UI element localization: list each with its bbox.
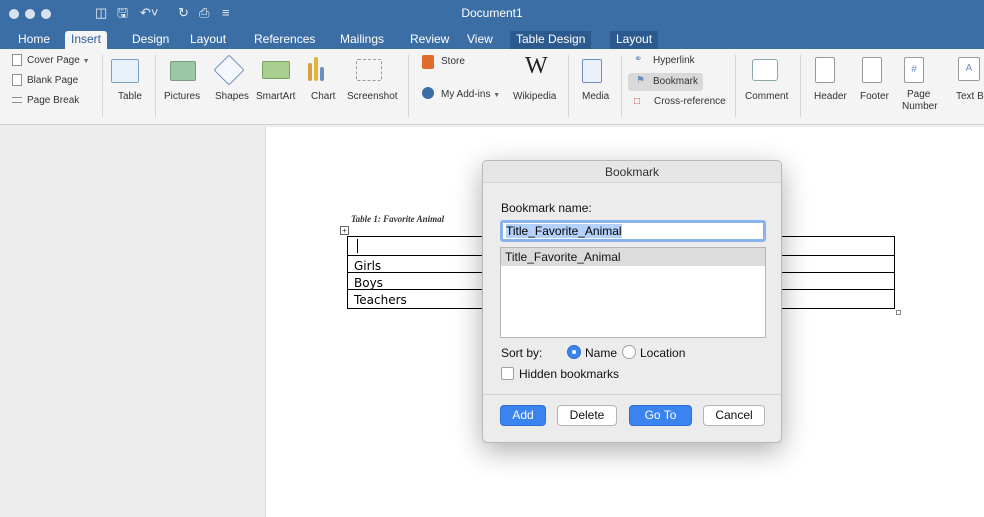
screenshot-icon[interactable] — [356, 59, 382, 81]
ribbon-separator — [102, 55, 103, 117]
bookmark-list[interactable]: Title_Favorite_Animal — [500, 247, 766, 338]
bookmark-name-input[interactable]: Title_Favorite_Animal — [500, 220, 766, 242]
page-break-icon — [12, 97, 22, 104]
media-icon[interactable] — [582, 59, 602, 83]
store-button-label[interactable]: Store — [441, 56, 465, 67]
ribbon-separator — [568, 55, 569, 117]
bookmark-name-label: Bookmark name: — [501, 201, 592, 215]
hyperlink-icon: ⚭ — [634, 54, 643, 65]
blank-page-icon — [12, 74, 22, 87]
bookmark-dialog: Bookmark Bookmark name: Title_Favorite_A… — [482, 160, 782, 443]
tab-table-design[interactable]: Table Design — [510, 31, 592, 49]
page-number-label[interactable]: Page — [907, 89, 930, 100]
table-move-handle-icon[interactable]: + — [340, 226, 349, 235]
header-button-label[interactable]: Header — [814, 91, 847, 102]
ribbon-separator — [408, 55, 409, 117]
smartart-icon[interactable] — [262, 61, 290, 79]
ribbon-separator — [800, 55, 801, 117]
smartart-button-label[interactable]: SmartArt — [256, 91, 295, 102]
chart-bar-icon — [320, 67, 324, 81]
cross-reference-icon: □ — [634, 96, 641, 107]
comment-icon[interactable] — [752, 59, 778, 81]
chart-icon[interactable] — [308, 63, 312, 81]
cross-reference-button-label[interactable]: Cross-reference — [654, 96, 726, 107]
screenshot-button-label[interactable]: Screenshot — [347, 91, 398, 102]
hidden-bookmarks-checkbox[interactable] — [501, 367, 514, 380]
ribbon-separator — [155, 55, 156, 117]
tab-home[interactable]: Home — [12, 31, 56, 49]
hidden-bookmarks-label[interactable]: Hidden bookmarks — [519, 367, 619, 381]
ribbon-separator — [735, 55, 736, 117]
text-box-button-label[interactable]: Text B — [956, 91, 984, 102]
text-cursor — [357, 239, 358, 253]
my-addins-icon[interactable] — [422, 87, 434, 99]
dialog-title: Bookmark — [483, 161, 781, 183]
sort-name-radio[interactable] — [567, 345, 581, 359]
shapes-icon[interactable] — [213, 54, 245, 86]
table-cell[interactable]: Teachers — [354, 293, 407, 307]
store-icon[interactable] — [422, 55, 434, 69]
footer-button-label[interactable]: Footer — [860, 91, 889, 102]
tab-view[interactable]: View — [461, 31, 499, 49]
cancel-button[interactable]: Cancel — [703, 405, 765, 426]
cover-page-icon — [12, 54, 22, 67]
page-number-label[interactable]: Number — [902, 101, 938, 112]
pictures-icon[interactable] — [170, 61, 196, 81]
tab-references[interactable]: References — [248, 31, 321, 49]
table-button-label[interactable]: Table — [118, 91, 142, 102]
title-bar: ◫ 🖫 ↶˅ ↻ ⎙ ≡ Document1 — [0, 0, 984, 28]
delete-button[interactable]: Delete — [557, 405, 617, 426]
comment-button-label[interactable]: Comment — [745, 91, 788, 102]
hyperlink-button-label[interactable]: Hyperlink — [653, 55, 695, 66]
list-item[interactable]: Title_Favorite_Animal — [501, 248, 765, 266]
footer-icon[interactable] — [862, 57, 882, 83]
tab-review[interactable]: Review — [404, 31, 455, 49]
pictures-button-label[interactable]: Pictures — [164, 91, 200, 102]
tab-layout[interactable]: Layout — [184, 31, 232, 49]
table-cell[interactable]: Girls — [354, 259, 381, 273]
document-title: Document1 — [461, 6, 523, 20]
page-number-icon[interactable]: # — [904, 57, 924, 83]
blank-page-button[interactable]: Blank Page — [12, 73, 78, 89]
ribbon: Cover Page ▼ Blank Page Page Break Table… — [0, 49, 984, 125]
dialog-divider — [483, 394, 781, 395]
header-icon[interactable] — [815, 57, 835, 83]
cover-page-button[interactable]: Cover Page ▼ — [12, 53, 90, 69]
sort-name-label[interactable]: Name — [585, 346, 617, 360]
table-caption[interactable]: Table 1: Favorite Animal — [351, 214, 444, 224]
text-box-icon[interactable]: A — [958, 57, 980, 81]
sort-by-label: Sort by: — [501, 346, 543, 360]
ribbon-tabs: Home Insert Design Layout References Mai… — [0, 28, 984, 49]
my-addins-button-label[interactable]: My Add-ins ▼ — [441, 89, 500, 100]
table-cell[interactable]: Boys — [354, 276, 383, 290]
tab-mailings[interactable]: Mailings — [334, 31, 390, 49]
chart-button-label[interactable]: Chart — [311, 91, 335, 102]
page-break-button[interactable]: Page Break — [12, 93, 79, 109]
sort-location-label[interactable]: Location — [640, 346, 685, 360]
wikipedia-icon[interactable]: W — [525, 53, 548, 80]
bookmark-button-label: Bookmark — [653, 76, 699, 87]
tab-insert[interactable]: Insert — [65, 31, 108, 49]
ribbon-separator — [621, 55, 622, 117]
tab-table-layout[interactable]: Layout — [610, 31, 659, 49]
table-resize-handle-icon[interactable] — [896, 310, 901, 315]
add-button[interactable]: Add — [500, 405, 546, 426]
media-button-label[interactable]: Media — [582, 91, 609, 102]
shapes-button-label[interactable]: Shapes — [215, 91, 249, 102]
table-icon[interactable] — [111, 59, 139, 83]
bookmark-name-selected-text: Title_Favorite_Animal — [506, 224, 622, 238]
tab-design[interactable]: Design — [126, 31, 175, 49]
go-to-button[interactable]: Go To — [629, 405, 692, 426]
wikipedia-button-label[interactable]: Wikipedia — [513, 91, 556, 102]
bookmark-icon: ⚑ — [636, 75, 645, 86]
sort-location-radio[interactable] — [622, 345, 636, 359]
chart-bar-icon — [314, 57, 318, 81]
